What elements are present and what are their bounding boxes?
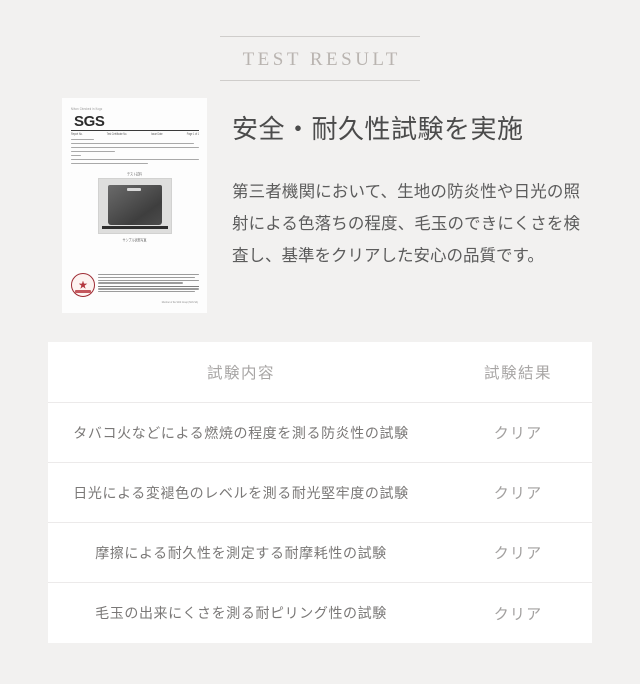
certificate-footer xyxy=(71,273,199,297)
certificate-sample-photo xyxy=(98,178,172,234)
certificate-text-line xyxy=(71,146,199,149)
fine-print-line xyxy=(98,282,183,284)
fine-print-line xyxy=(98,288,199,290)
test-result: クリア xyxy=(493,545,543,562)
sample-product-cover xyxy=(108,185,162,225)
accreditation-seal-icon xyxy=(71,273,95,297)
test-name: 摩擦による耐久性を測定する耐摩耗性の試験 xyxy=(95,544,387,561)
table-header-row: 試験内容 試験結果 xyxy=(48,342,592,403)
column-header-test-result: 試験結果 xyxy=(483,365,552,382)
certificate-footer-note: Member of the SGS Group (SGS SA) xyxy=(161,301,198,305)
certificate-text-line xyxy=(71,142,194,145)
column-header-test-name: 試験内容 xyxy=(206,365,275,382)
fine-print-line xyxy=(98,276,195,278)
test-name: 日光による変褪色のレベルを測る耐光堅牢度の試験 xyxy=(73,484,409,501)
table-row: 毛玉の出来にくさを測る耐ピリング性の試験 クリア xyxy=(48,583,592,643)
certificate-meta-page: Page 1 of 1 xyxy=(186,132,199,137)
fine-print-rule xyxy=(98,285,199,287)
certificate-text-line xyxy=(71,139,95,141)
test-certificate-image: Nihon Checked in Kogo SGS Report No. Tes… xyxy=(62,98,207,313)
certificate-meta-report-no: Report No. xyxy=(71,132,83,137)
section-eyebrow: TEST RESULT xyxy=(220,36,420,81)
sample-product-tag xyxy=(127,188,141,191)
certificate-meta-issue-date: Issue Date xyxy=(151,132,163,137)
section-eyebrow-label: TEST RESULT xyxy=(242,49,401,70)
fine-print-line xyxy=(98,274,199,276)
test-results-table: 試験内容 試験結果 タバコ火などによる燃焼の程度を測る防炎性の試験 クリア 日光… xyxy=(48,342,592,643)
table-row: タバコ火などによる燃焼の程度を測る防炎性の試験 クリア xyxy=(48,403,592,463)
table-row: 日光による変褪色のレベルを測る耐光堅牢度の試験 クリア xyxy=(48,463,592,523)
certificate-photo-caption-bottom: サンプル状態写真 xyxy=(122,237,147,243)
certificate-photo-caption-top: テスト試料 xyxy=(126,171,142,177)
sgs-logo: SGS xyxy=(74,113,105,130)
page-title: 安全・耐久性試験を実施 xyxy=(232,114,524,144)
certificate-meta-certificate-no: Test Certificate No. xyxy=(106,132,127,137)
certificate-text-line xyxy=(71,154,82,157)
table-row: 摩擦による耐久性を測定する耐摩耗性の試験 クリア xyxy=(48,523,592,583)
test-name: タバコ火などによる燃焼の程度を測る防炎性の試験 xyxy=(73,424,409,441)
certificate-text-line xyxy=(71,162,148,165)
certificate-fine-print xyxy=(98,273,199,294)
certificate-header-text: Nihon Checked in Kogo xyxy=(71,107,103,112)
test-result: クリア xyxy=(493,425,543,442)
test-name: 毛玉の出来にくさを測る耐ピリング性の試験 xyxy=(95,605,387,621)
certificate-page: Nihon Checked in Kogo SGS Report No. Tes… xyxy=(62,98,207,313)
certificate-text-line xyxy=(71,158,199,161)
section-description: 第三者機関において、生地の防炎性や日光の照射による色落ちの程度、毛玉のできにくさ… xyxy=(232,183,580,266)
certificate-logo-rule xyxy=(71,130,199,131)
sample-photo-baseline xyxy=(102,226,168,229)
certificate-text-line xyxy=(71,150,115,153)
test-result: クリア xyxy=(493,605,543,623)
certificate-meta-row: Report No. Test Certificate No. Issue Da… xyxy=(71,132,199,137)
certificate-body-paragraphs xyxy=(71,139,199,167)
fine-print-line xyxy=(98,279,199,281)
fine-print-line xyxy=(98,291,195,293)
test-result: クリア xyxy=(493,485,543,502)
